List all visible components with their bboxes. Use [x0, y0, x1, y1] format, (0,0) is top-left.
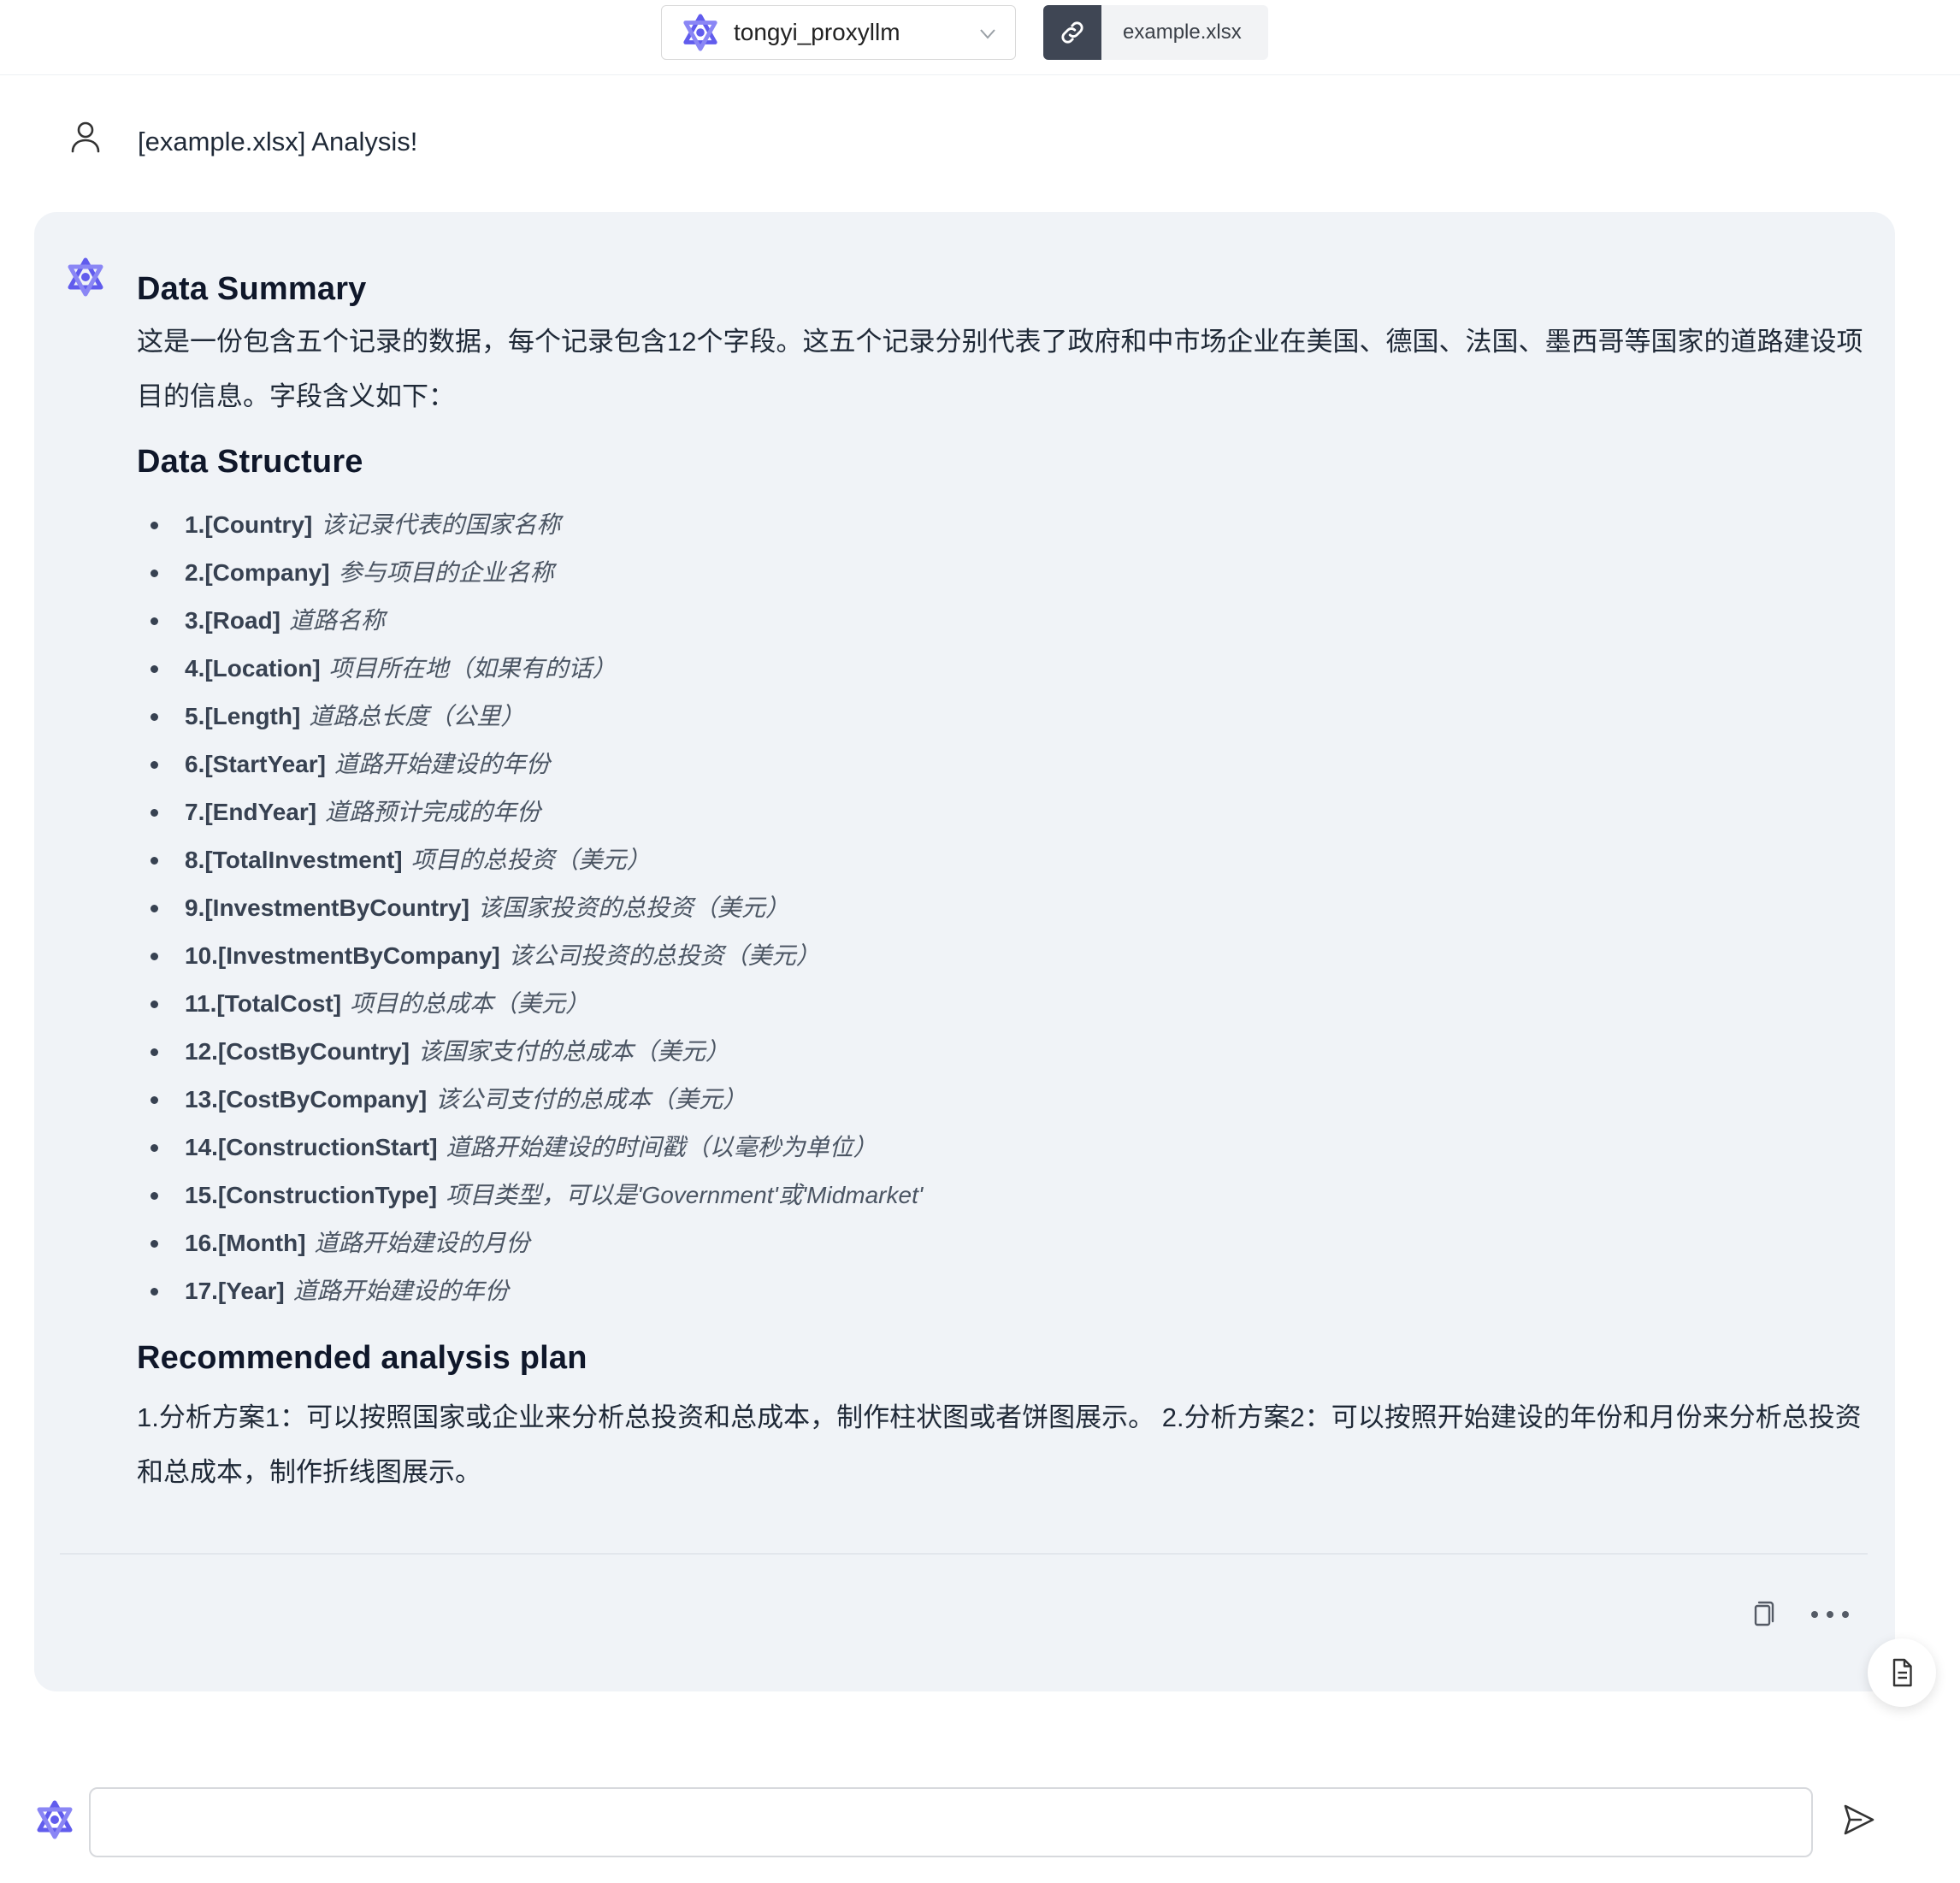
chevron-down-icon — [980, 29, 995, 39]
list-item: 16.[Month] 道路开始建设的月份 — [137, 1219, 1864, 1267]
summary-text: 这是一份包含五个记录的数据，每个记录包含12个字段。这五个记录分别代表了政府和中… — [137, 327, 1863, 411]
list-item: 5.[Length] 道路总长度（公里） — [137, 693, 1864, 741]
list-item: 15.[ConstructionType] 项目类型，可以是'Government… — [137, 1172, 1864, 1219]
qwen-logo-icon — [37, 1800, 73, 1839]
user-icon — [71, 121, 100, 153]
qwen-logo-icon — [683, 14, 717, 51]
list-item: 7.[EndYear] 道路预计完成的年份 — [137, 788, 1864, 836]
top-bar: tongyi_proxyllm example.xlsx — [0, 0, 1960, 75]
chat-input[interactable] — [89, 1787, 1813, 1857]
user-message-row: [example.xlsx] Analysis! — [68, 120, 417, 156]
list-item: 11.[TotalCost] 项目的总成本（美元） — [137, 980, 1864, 1028]
model-name: tongyi_proxyllm — [734, 19, 900, 45]
assistant-message-content: Data Summary 这是一份包含五个记录的数据，每个记录包含12个字段。这… — [137, 263, 1864, 1500]
list-item: 14.[ConstructionStart] 道路开始建设的时间戳（以毫秒为单位） — [137, 1124, 1864, 1172]
user-message-text: [example.xlsx] Analysis! — [138, 127, 418, 156]
qwen-logo-icon — [68, 257, 103, 297]
list-item: 9.[InvestmentByCountry] 该国家投资的总投资（美元） — [137, 884, 1864, 932]
list-item: 1.[Country] 该记录代表的国家名称 — [137, 501, 1864, 549]
model-select[interactable]: tongyi_proxyllm — [661, 5, 1016, 60]
list-item: 2.[Company] 参与项目的企业名称 — [137, 549, 1864, 597]
list-item: 13.[CostByCompany] 该公司支付的总成本（美元） — [137, 1076, 1864, 1124]
list-item: 4.[Location] 项目所在地（如果有的话） — [137, 645, 1864, 693]
list-item: 12.[CostByCountry] 该国家支付的总成本（美元） — [137, 1028, 1864, 1076]
list-item: 6.[StartYear] 道路开始建设的年份 — [137, 741, 1864, 788]
summary-heading: Data Summary — [137, 271, 367, 307]
assistant-message-card: Data Summary 这是一份包含五个记录的数据，每个记录包含12个字段。这… — [34, 212, 1895, 1691]
structure-heading: Data Structure — [137, 444, 363, 480]
file-name: example.xlsx — [1123, 21, 1242, 44]
document-button[interactable] — [1868, 1638, 1936, 1707]
more-icon[interactable] — [1811, 1599, 1849, 1630]
list-item: 8.[TotalInvestment] 项目的总投资（美元） — [137, 836, 1864, 884]
list-item: 17.[Year] 道路开始建设的年份 — [137, 1267, 1864, 1315]
attached-file-chip[interactable]: example.xlsx — [1043, 5, 1268, 60]
divider — [60, 1553, 1868, 1555]
list-item: 10.[InvestmentByCompany] 该公司投资的总投资（美元） — [137, 932, 1864, 980]
link-icon-box — [1043, 5, 1101, 60]
plan-text: 1.分析方案1：可以按照国家或企业来分析总投资和总成本，制作柱状图或者饼图展示。… — [137, 1402, 1862, 1487]
plan-heading: Recommended analysis plan — [137, 1340, 587, 1376]
document-icon — [1892, 1658, 1912, 1687]
send-icon[interactable] — [1840, 1801, 1878, 1839]
list-item: 3.[Road] 道路名称 — [137, 597, 1864, 645]
copy-icon[interactable] — [1748, 1599, 1779, 1630]
field-list: 1.[Country] 该记录代表的国家名称 2.[Company] 参与项目的企业… — [137, 501, 1864, 1315]
link-icon — [1061, 21, 1083, 44]
